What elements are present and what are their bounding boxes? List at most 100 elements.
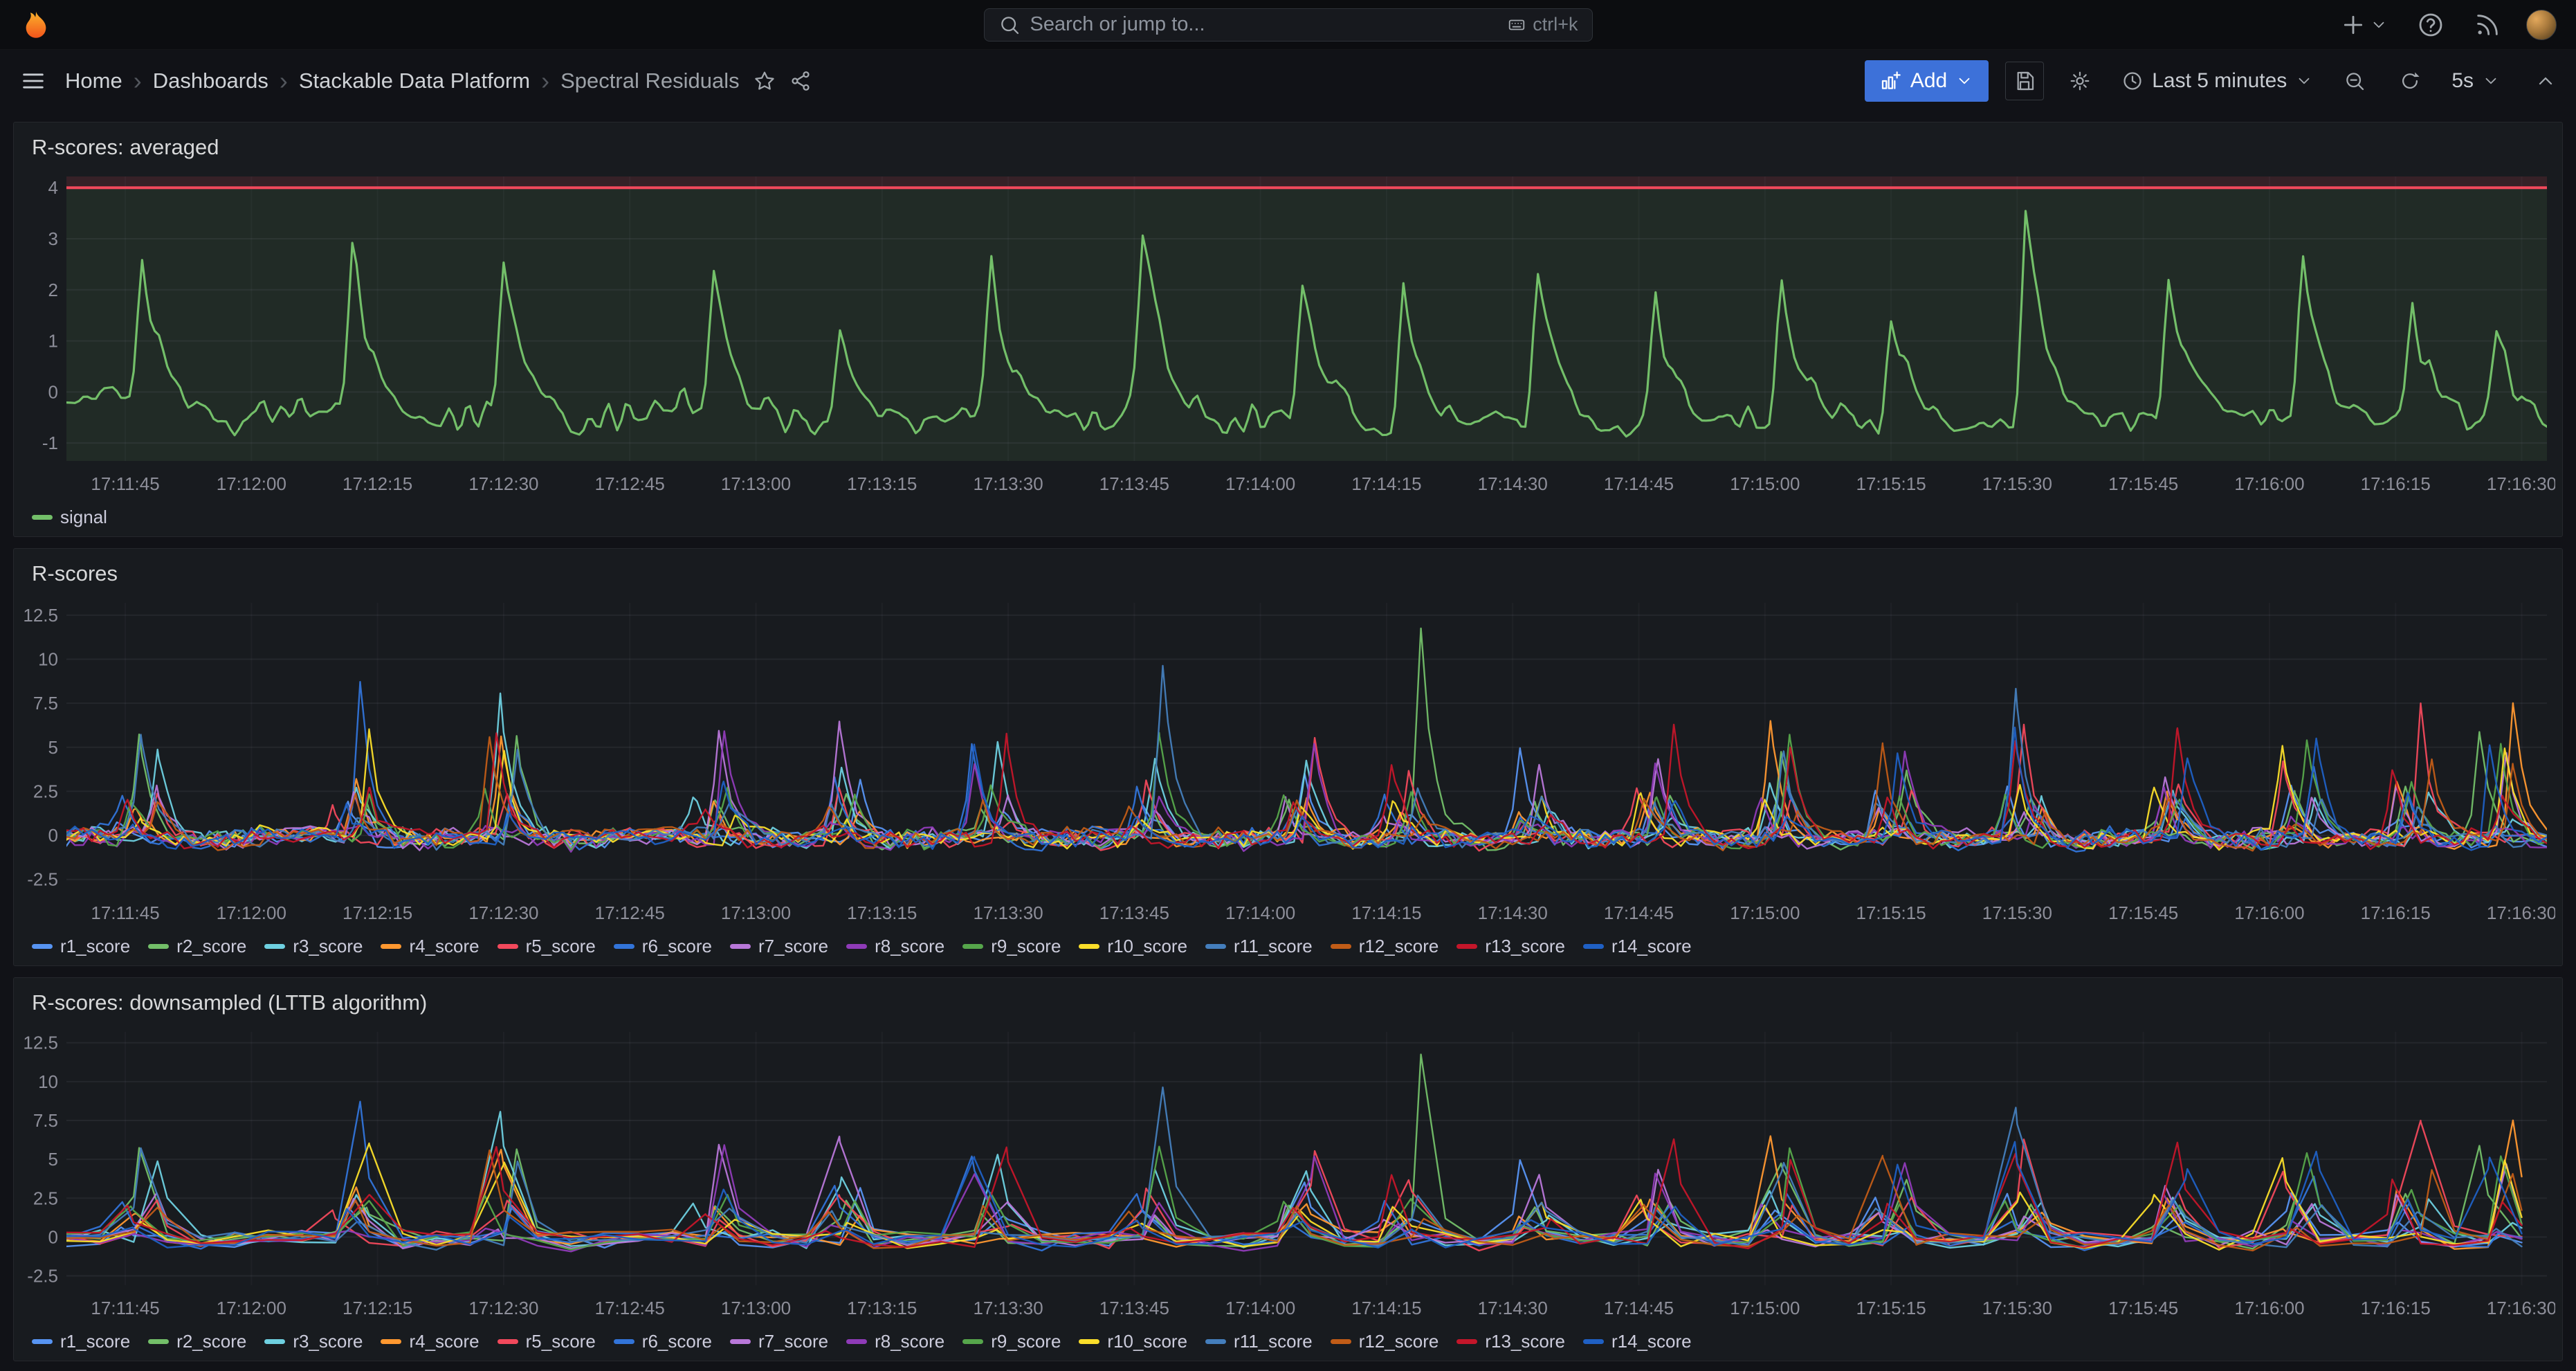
legend-item[interactable]: r11_score	[1205, 1331, 1313, 1352]
legend-item[interactable]: r7_score	[730, 1331, 828, 1352]
legend-item[interactable]: r10_score	[1079, 936, 1187, 957]
time-range-label: Last 5 minutes	[2152, 69, 2287, 93]
zoom-out-button[interactable]	[2335, 62, 2374, 100]
legend-item[interactable]: r2_score	[148, 936, 246, 957]
legend-item[interactable]: signal	[32, 507, 107, 528]
legend-item[interactable]: r2_score	[148, 1331, 246, 1352]
svg-text:17:14:30: 17:14:30	[1478, 1298, 1548, 1318]
svg-text:10: 10	[38, 1071, 58, 1092]
panel-title[interactable]: R-scores: downsampled (LTTB algorithm)	[21, 985, 438, 1024]
legend-item[interactable]: r9_score	[962, 936, 1061, 957]
legend-label: r5_score	[526, 1331, 596, 1352]
kiosk-mode-button[interactable]	[2534, 70, 2557, 92]
svg-text:17:14:15: 17:14:15	[1351, 1298, 1421, 1318]
legend-item[interactable]: r13_score	[1456, 1331, 1565, 1352]
legend-label: r3_score	[293, 1331, 363, 1352]
chevron-down-icon	[2482, 72, 2500, 90]
legend-item[interactable]: r14_score	[1583, 936, 1692, 957]
svg-text:12.5: 12.5	[23, 605, 58, 626]
legend-item[interactable]: r10_score	[1079, 1331, 1187, 1352]
legend-item[interactable]: r7_score	[730, 936, 828, 957]
svg-text:4: 4	[48, 177, 58, 198]
legend-swatch	[730, 944, 751, 949]
legend-swatch	[962, 944, 983, 949]
legend-item[interactable]: r1_score	[32, 936, 130, 957]
panel-title[interactable]: R-scores: averaged	[21, 129, 230, 168]
svg-text:17:16:15: 17:16:15	[2361, 1298, 2431, 1318]
svg-text:17:16:00: 17:16:00	[2234, 902, 2304, 923]
breadcrumb-item[interactable]: Stackable Data Platform	[299, 69, 530, 93]
legend-item[interactable]: r12_score	[1331, 936, 1439, 957]
legend-item[interactable]: r5_score	[497, 1331, 596, 1352]
news-button[interactable]	[2469, 7, 2505, 43]
legend-item[interactable]: r12_score	[1331, 1331, 1439, 1352]
share-icon[interactable]	[789, 70, 812, 92]
legend-label: r10_score	[1107, 1331, 1187, 1352]
svg-text:3: 3	[48, 228, 58, 249]
legend-item[interactable]: r3_score	[264, 1331, 363, 1352]
legend-item[interactable]: r1_score	[32, 1331, 130, 1352]
legend-item[interactable]: r9_score	[962, 1331, 1061, 1352]
avatar[interactable]	[2526, 10, 2557, 40]
panel-title[interactable]: R-scores	[21, 556, 129, 594]
svg-text:17:12:45: 17:12:45	[595, 902, 665, 923]
time-range-picker[interactable]: Last 5 minutes	[2116, 62, 2319, 100]
save-icon	[2013, 70, 2036, 92]
clock-icon	[2121, 70, 2144, 92]
breadcrumb-item[interactable]: Home	[65, 69, 122, 93]
legend-swatch	[497, 1339, 518, 1344]
legend-item[interactable]: r8_score	[846, 1331, 944, 1352]
refresh-button[interactable]	[2391, 62, 2429, 100]
breadcrumb-item[interactable]: Dashboards	[153, 69, 268, 93]
time-series-chart[interactable]: -10123417:11:4517:12:0017:12:1517:12:301…	[21, 168, 2555, 500]
save-dashboard-button[interactable]	[2005, 62, 2044, 100]
star-icon[interactable]	[753, 70, 776, 92]
menu-button[interactable]	[19, 67, 47, 95]
dashboard-grid: R-scores: averaged -10123417:11:4517:12:…	[0, 112, 2576, 1371]
legend-item[interactable]: r6_score	[614, 936, 712, 957]
legend-label: r6_score	[642, 936, 712, 957]
time-series-chart[interactable]: -2.502.557.51012.517:11:4517:12:0017:12:…	[21, 1024, 2555, 1324]
legend-item[interactable]: r6_score	[614, 1331, 712, 1352]
svg-text:17:15:15: 17:15:15	[1856, 1298, 1926, 1318]
legend-item[interactable]: r13_score	[1456, 936, 1565, 957]
legend-swatch	[1456, 1339, 1477, 1344]
svg-text:17:14:15: 17:14:15	[1351, 902, 1421, 923]
legend-item[interactable]: r14_score	[1583, 1331, 1692, 1352]
chevron-down-icon	[1955, 72, 1973, 90]
legend-label: r11_score	[1234, 1331, 1313, 1352]
help-icon	[2417, 11, 2445, 39]
legend-swatch	[32, 515, 53, 520]
svg-text:-1: -1	[42, 433, 58, 453]
refresh-interval-picker[interactable]: 5s	[2446, 62, 2505, 100]
help-button[interactable]	[2413, 7, 2449, 43]
svg-text:17:15:45: 17:15:45	[2108, 902, 2178, 923]
legend-item[interactable]: r8_score	[846, 936, 944, 957]
time-series-chart[interactable]: -2.502.557.51012.517:11:4517:12:0017:12:…	[21, 594, 2555, 929]
svg-text:17:15:45: 17:15:45	[2108, 1298, 2178, 1318]
legend-item[interactable]: r11_score	[1205, 936, 1313, 957]
svg-text:17:12:45: 17:12:45	[595, 1298, 665, 1318]
dashboard-settings-button[interactable]	[2061, 62, 2099, 100]
grafana-logo[interactable]	[19, 8, 53, 42]
svg-text:17:15:00: 17:15:00	[1730, 902, 1800, 923]
breadcrumb-chevron-icon: ›	[278, 69, 289, 93]
svg-text:17:13:30: 17:13:30	[973, 902, 1043, 923]
legend-swatch	[264, 944, 285, 949]
legend-item[interactable]: r3_score	[264, 936, 363, 957]
legend-item[interactable]: r4_score	[381, 1331, 479, 1352]
legend-swatch	[148, 944, 169, 949]
legend-label: r7_score	[758, 936, 828, 957]
legend: r1_score r2_score r3_score r4_score r5_score…	[21, 929, 2555, 960]
new-button[interactable]	[2335, 7, 2392, 43]
svg-text:17:11:45: 17:11:45	[91, 1298, 159, 1318]
legend-item[interactable]: r4_score	[381, 936, 479, 957]
legend-item[interactable]: r5_score	[497, 936, 596, 957]
add-button[interactable]: Add	[1865, 60, 1989, 102]
search-input[interactable]: Search or jump to... ctrl+k	[984, 8, 1593, 42]
legend-label: r9_score	[991, 1331, 1061, 1352]
svg-text:17:14:45: 17:14:45	[1604, 473, 1674, 494]
svg-text:17:12:30: 17:12:30	[468, 902, 538, 923]
legend-swatch	[264, 1339, 285, 1344]
svg-text:17:15:00: 17:15:00	[1730, 1298, 1800, 1318]
